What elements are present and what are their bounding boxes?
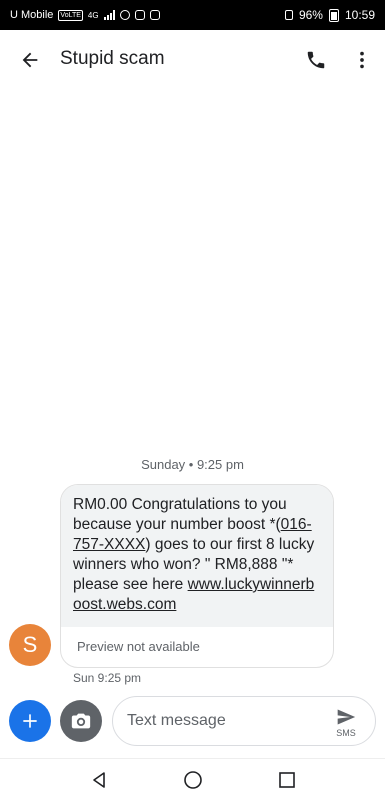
message-bubble[interactable]: RM0.00 Congratulations to you because yo… [60, 484, 334, 668]
more-vert-icon [360, 51, 364, 69]
send-icon [337, 709, 356, 724]
send-button[interactable]: SMS [329, 703, 363, 741]
back-button[interactable] [14, 44, 46, 76]
back-arrow-icon [22, 52, 38, 68]
instagram-icon [149, 10, 160, 20]
conversation-title: Stupid scam [60, 48, 165, 69]
avatar-letter: S [22, 632, 38, 657]
phone-icon [307, 51, 325, 69]
nav-back-button[interactable] [84, 765, 114, 795]
link-preview: Preview not available [77, 639, 200, 654]
compose-bar: SMS [0, 696, 385, 752]
status-bar: U Mobile VoLTE 4G 96% 10:59 [0, 0, 385, 30]
call-button[interactable] [300, 44, 332, 76]
vibrate-icon [284, 10, 293, 20]
more-options-button[interactable] [346, 44, 378, 76]
notification-icon [119, 10, 130, 20]
plus-icon [23, 714, 37, 728]
app-bar: Stupid scam [0, 30, 385, 90]
battery-icon [328, 8, 339, 22]
square-recent-icon [278, 771, 295, 788]
system-nav-bar [0, 758, 385, 800]
avatar[interactable]: S [9, 624, 51, 666]
clock: 10:59 [344, 8, 375, 22]
add-attachment-button[interactable] [9, 700, 51, 742]
battery-percent: 96% [298, 8, 323, 22]
message-body: RM0.00 Congratulations to you because yo… [61, 485, 333, 627]
message-input[interactable] [127, 712, 317, 730]
circle-home-icon [183, 770, 202, 789]
network-label: 4G [87, 10, 99, 20]
carrier-label: U Mobile [10, 9, 54, 21]
message-field[interactable]: SMS [112, 696, 376, 746]
triangle-back-icon [92, 771, 105, 788]
volte-badge: VoLTE [58, 9, 83, 21]
signal-icon [103, 10, 115, 20]
app-notification-icon [134, 10, 145, 20]
send-type-label: SMS [336, 727, 356, 738]
message-text-part1: RM0.00 Congratulations to you because yo… [73, 496, 287, 533]
camera-button[interactable] [60, 700, 102, 742]
nav-home-button[interactable] [178, 765, 208, 795]
message-timestamp: Sun 9:25 pm [73, 671, 142, 685]
nav-recent-button[interactable] [272, 765, 302, 795]
camera-icon [71, 713, 91, 729]
date-separator: Sunday • 9:25 pm [141, 457, 244, 472]
